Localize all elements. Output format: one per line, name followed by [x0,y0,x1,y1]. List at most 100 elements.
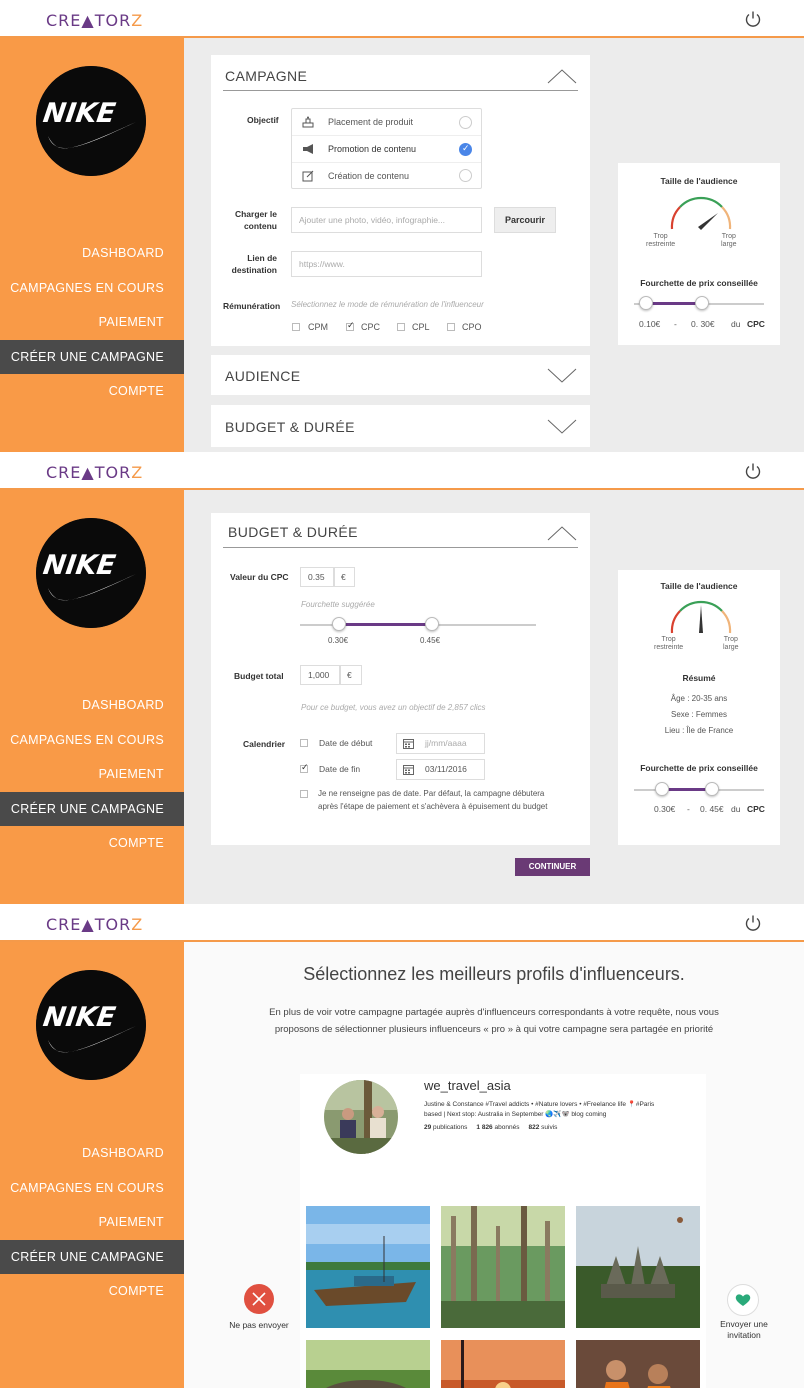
nav-creer-une-campagne[interactable]: CRÉER UNE CAMPAGNE [0,791,196,826]
post-photo-forest[interactable] [441,1206,565,1328]
price-slider-fill [646,302,702,305]
nav-campagnes-en-cours[interactable]: CAMPAGNES EN COURS [0,1171,184,1206]
price-low: 0.10€ [639,319,661,329]
nav-dashboard[interactable]: DASHBOARD [0,236,184,271]
profile-bio-1: Justine & Constance #Travel addicts • #N… [424,1101,655,1108]
objective-radio[interactable] [459,169,472,182]
podium-icon [302,116,314,128]
nav-paiement[interactable]: PAIEMENT [0,1205,184,1240]
objective-option[interactable]: Création de contenu [292,163,481,189]
price-range-title: Fourchette de prix conseillée [640,278,758,288]
creatorz-logo[interactable]: CRE▲TORZ [46,11,143,30]
accept-button[interactable] [727,1284,759,1316]
post-photo-temple[interactable] [576,1206,700,1328]
post-photo-sunset[interactable] [441,1340,565,1388]
gauge-left-label: Trop restreinte [646,233,676,248]
nav-dashboard[interactable]: DASHBOARD [0,688,184,723]
end-date-checkbox[interactable] [300,762,309,773]
price-du: du [731,319,741,329]
continue-button[interactable]: CONTINUER [515,858,590,876]
nav-creer-une-campagne[interactable]: CRÉER UNE CAMPAGNE [0,339,196,374]
power-icon[interactable] [744,462,762,480]
content-upload-field[interactable]: Ajouter une photo, vidéo, infographie... [291,207,482,233]
price-slider-max-knob[interactable] [705,782,719,796]
cpc-value-input[interactable]: 0.35 [300,567,334,587]
top-bar: CRE▲TORZ [0,904,804,942]
profile-stats: 29 publications 1 826 abonnés 822 suivis [424,1124,558,1131]
price-slider-min-knob[interactable] [639,296,653,310]
no-date-text-2: après l'étape de paiement et s'achèvera … [318,802,548,811]
nav-campagnes-en-cours[interactable]: CAMPAGNES EN COURS [0,271,184,306]
objective-option[interactable]: Promotion de contenu [292,136,481,163]
chevron-down-icon[interactable] [547,419,577,435]
cpo-label: CPO [462,322,482,332]
cpc-currency: € [334,567,355,587]
cpc-slider-min-knob[interactable] [332,617,346,631]
profile-bio-2: based | Next stop: Australia in Septembe… [424,1111,607,1118]
top-bar: CRE▲TORZ [0,0,804,38]
nav-campagnes-en-cours[interactable]: CAMPAGNES EN COURS [0,723,184,758]
no-date-text-1: Je ne renseigne pas de date. Par défaut,… [318,789,545,798]
reject-button[interactable] [244,1284,274,1314]
creatorz-logo[interactable]: CRE▲TORZ [46,463,143,482]
profile-username[interactable]: we_travel_asia [424,1078,511,1093]
nav-compte[interactable]: COMPTE [0,1274,184,1309]
divider [223,547,578,548]
budget-currency: € [340,665,362,685]
nike-logo: NIKE [36,518,146,628]
price-slider-min-knob[interactable] [655,782,669,796]
svg-text:NIKE: NIKE [41,1002,118,1033]
main-content: CAMPAGNE Objectif Placement de produit P… [184,38,804,452]
nav-dashboard[interactable]: DASHBOARD [0,1136,184,1171]
nav-compte[interactable]: COMPTE [0,826,184,861]
audience-size-title: Taille de l'audience [660,581,738,591]
svg-text:NIKE: NIKE [41,98,118,129]
svg-text:NIKE: NIKE [41,550,118,581]
cpo-checkbox[interactable] [447,323,455,331]
cpl-checkbox[interactable] [397,323,405,331]
audience-panel[interactable]: AUDIENCE [211,355,590,395]
profile-avatar [324,1080,398,1154]
cpm-checkbox[interactable] [292,323,300,331]
chevron-down-icon[interactable] [547,368,577,384]
calendar-icon [403,739,414,749]
power-icon[interactable] [744,914,762,932]
sidebar-nav: DASHBOARD CAMPAGNES EN COURS PAIEMENT CR… [0,688,196,861]
nav-compte[interactable]: COMPTE [0,374,184,409]
objectives-list: Placement de produit Promotion de conten… [291,108,482,189]
screen-influenceurs: CRE▲TORZ NIKE DASHBOARD CAMPAGNES EN COU… [0,904,804,1388]
cpc-checkbox[interactable] [346,320,355,331]
sidebar-nav: DASHBOARD CAMPAGNES EN COURS PAIEMENT CR… [0,236,196,409]
budget-panel[interactable]: BUDGET & DURÉE [211,405,590,447]
panel-title: BUDGET & DURÉE [228,524,358,540]
nav-creer-une-campagne[interactable]: CRÉER UNE CAMPAGNE [0,1239,196,1274]
nav-paiement[interactable]: PAIEMENT [0,757,184,792]
no-date-checkbox[interactable] [300,790,308,798]
post-photo-monks[interactable] [576,1340,700,1388]
chevron-up-icon[interactable] [547,525,577,541]
objective-label: Placement de produit [328,117,414,127]
destination-url-field[interactable]: https://www. [291,251,482,277]
objective-radio[interactable] [459,143,472,156]
post-photo-rock[interactable] [306,1340,430,1388]
post-photo-boat[interactable] [306,1206,430,1328]
start-date-checkbox[interactable] [300,739,308,747]
budget-total-input[interactable]: 1,000 [300,665,340,685]
audience-size-title: Taille de l'audience [660,176,738,186]
price-unit: CPC [747,804,765,814]
objective-option[interactable]: Placement de produit [292,109,481,136]
gauge-right-label: Trop large [723,636,739,651]
price-slider-max-knob[interactable] [695,296,709,310]
remuneration-label: Rémunération [223,301,281,311]
cpc-slider-max-knob[interactable] [425,617,439,631]
objective-radio[interactable] [459,116,472,129]
browse-button[interactable]: Parcourir [494,207,556,233]
power-icon[interactable] [744,10,762,28]
chevron-up-icon[interactable] [547,68,577,84]
screen-campagne: CRE▲TORZ NIKE DASHBOARD CAMPAGNES EN COU… [0,0,804,452]
suggested-range-label: Fourchette suggérée [301,600,375,609]
nav-paiement[interactable]: PAIEMENT [0,305,184,340]
close-icon [252,1292,266,1306]
page-heading: Sélectionnez les meilleurs profils d'inf… [303,964,685,984]
creatorz-logo[interactable]: CRE▲TORZ [46,915,143,934]
